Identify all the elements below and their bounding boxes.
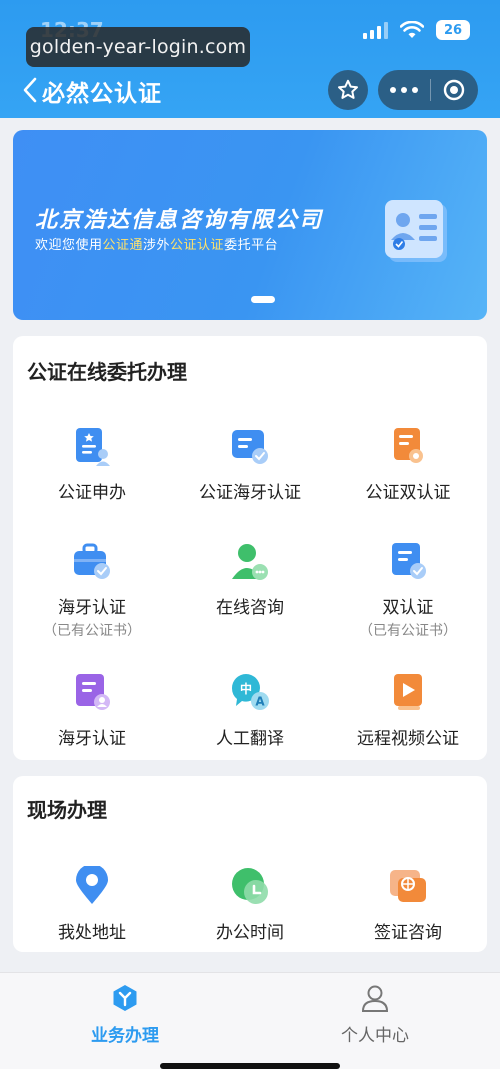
nav-bar: 必然公认证 — [0, 66, 500, 114]
clock-icon — [232, 868, 268, 904]
notary-apply-icon — [76, 428, 110, 466]
service-label: 公证海牙认证 — [199, 483, 301, 503]
service-item[interactable]: 公证申办 — [13, 426, 171, 503]
service-item[interactable]: 海牙认证 （已有公证书） — [13, 541, 171, 640]
target-close-icon — [443, 79, 465, 101]
battery-indicator: 26 — [436, 20, 470, 40]
page-title: 必然公认证 — [42, 81, 162, 107]
favorite-button[interactable] — [328, 70, 368, 110]
service-sublabel: （已有公证书） — [359, 623, 457, 639]
service-item[interactable]: 远程视频公证 — [329, 672, 487, 749]
section-title-online: 公证在线委托办理 — [27, 360, 187, 384]
onsite-item[interactable]: 办公时间 — [171, 866, 329, 943]
svg-text:A: A — [255, 695, 265, 709]
mini-program-capsule — [378, 70, 478, 110]
service-item[interactable]: 公证海牙认证 — [171, 426, 329, 503]
tab-personal-center[interactable]: 个人中心 — [250, 983, 500, 1046]
signal-icon — [363, 21, 388, 39]
person-icon — [361, 985, 389, 1012]
banner-company-name: 北京浩达信息咨询有限公司 — [35, 208, 324, 233]
video-notary-icon — [394, 674, 422, 710]
wifi-icon — [400, 21, 424, 38]
svg-text:中: 中 — [240, 681, 252, 696]
tab-label: 业务办理 — [91, 1026, 159, 1046]
service-label: 公证申办 — [58, 483, 126, 503]
url-overlay: golden-year-login.com — [26, 27, 250, 67]
online-consult-icon — [232, 544, 268, 580]
more-dot-icon — [401, 87, 407, 93]
section-title-onsite: 现场办理 — [27, 798, 107, 822]
bottom-tab-bar: 业务办理 个人中心 — [0, 972, 500, 1069]
service-label: 公证双认证 — [365, 483, 451, 503]
service-sublabel: （已有公证书） — [43, 623, 141, 639]
service-item[interactable]: 双认证 （已有公证书） — [329, 541, 487, 640]
star-icon — [338, 79, 358, 99]
service-label: 人工翻译 — [216, 729, 284, 749]
onsite-item[interactable]: 签证咨询 — [329, 866, 487, 943]
business-hexagon-icon — [113, 985, 137, 1011]
service-label: 远程视频公证 — [357, 729, 459, 749]
home-indicator — [160, 1063, 340, 1069]
more-options-button[interactable] — [378, 70, 430, 110]
hague-cert-bag-icon — [74, 543, 110, 579]
online-services-card: 公证在线委托办理 公证申办 公证海牙认证 公证双认证 海牙认证 （已有公证书） … — [13, 336, 487, 760]
translation-icon: 中 A — [231, 674, 269, 710]
service-label: 双认证 — [382, 598, 434, 618]
more-dot-icon — [412, 87, 418, 93]
hague-notary-icon — [232, 430, 268, 464]
id-card-icon — [385, 200, 447, 262]
tab-label: 个人中心 — [341, 1026, 409, 1046]
onsite-item[interactable]: 我处地址 — [13, 864, 171, 943]
onsite-label: 我处地址 — [58, 923, 126, 943]
double-notary-icon — [394, 428, 423, 463]
double-cert-icon — [392, 543, 426, 579]
onsite-label: 签证咨询 — [374, 923, 442, 943]
status-icons: 26 — [363, 20, 470, 40]
promo-banner[interactable]: 北京浩达信息咨询有限公司 欢迎您使用公证通涉外公证认证委托平台 — [13, 130, 487, 320]
service-item[interactable]: 公证双认证 — [329, 426, 487, 503]
onsite-services-card: 现场办理 我处地址 办公时间 签证咨询 — [13, 776, 487, 952]
location-pin-icon — [76, 864, 108, 904]
carousel-indicator — [251, 296, 275, 303]
service-label: 海牙认证 — [58, 729, 126, 749]
tab-business[interactable]: 业务办理 — [0, 983, 250, 1046]
service-label: 海牙认证 — [58, 598, 126, 618]
header: 12:37 26 golden-year-login.com 必然公认证 — [0, 0, 500, 118]
visa-consult-icon — [390, 870, 426, 902]
service-item[interactable]: 中 A 人工翻译 — [171, 672, 329, 749]
more-dot-icon — [390, 87, 396, 93]
service-item[interactable]: 在线咨询 — [171, 541, 329, 618]
banner-tagline: 欢迎您使用公证通涉外公证认证委托平台 — [35, 238, 279, 253]
service-label: 在线咨询 — [216, 598, 284, 618]
close-mini-program-button[interactable] — [431, 70, 477, 110]
service-item[interactable]: 海牙认证 — [13, 672, 171, 749]
back-chevron-icon[interactable] — [22, 76, 38, 104]
onsite-label: 办公时间 — [216, 923, 284, 943]
hague-cert-icon — [76, 674, 110, 710]
